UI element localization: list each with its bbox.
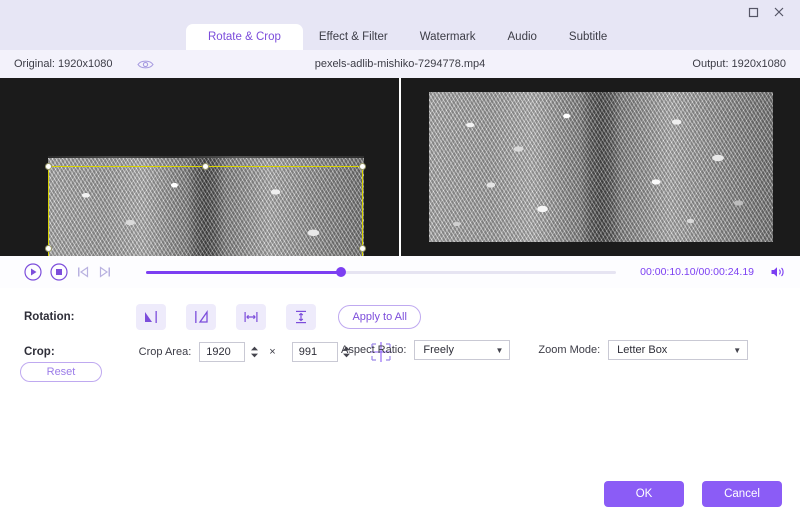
player-bar: 00:00:10.10/00:00:24.19 bbox=[0, 256, 800, 288]
tab-subtitle[interactable]: Subtitle bbox=[553, 24, 623, 50]
tab-list: Rotate & Crop Effect & Filter Watermark … bbox=[186, 24, 623, 50]
aspect-zoom-row: Aspect Ratio: Freely ▼ Zoom Mode: Letter… bbox=[341, 340, 749, 360]
previous-frame-icon[interactable] bbox=[76, 265, 90, 279]
preview-area bbox=[0, 78, 800, 256]
rotate-left-icon[interactable] bbox=[136, 304, 167, 330]
rotation-label: Rotation: bbox=[24, 311, 75, 323]
progress-thumb[interactable] bbox=[336, 267, 347, 277]
progress-slider[interactable] bbox=[146, 265, 616, 279]
output-resolution-label: Output: 1920x1080 bbox=[692, 58, 786, 70]
crop-area-label: Crop Area: bbox=[138, 346, 192, 358]
crop-width-input[interactable]: 1920 bbox=[199, 342, 246, 362]
aspect-ratio-select[interactable]: Freely ▼ bbox=[414, 340, 511, 360]
crop-handle-middle-left[interactable] bbox=[45, 245, 52, 252]
crop-handle-middle-right[interactable] bbox=[359, 245, 366, 252]
progress-track[interactable] bbox=[146, 267, 616, 277]
zoom-mode-select[interactable]: Letter Box ▼ bbox=[608, 340, 749, 360]
cancel-button[interactable]: Cancel bbox=[702, 481, 782, 507]
output-preview[interactable] bbox=[399, 78, 800, 256]
crop-label: Crop: bbox=[24, 346, 55, 358]
zoom-mode-value: Letter Box bbox=[617, 344, 668, 356]
filename-label: pexels-adlib-mishiko-7294778.mp4 bbox=[314, 58, 486, 70]
play-icon[interactable] bbox=[24, 263, 42, 281]
playback-controls bbox=[24, 263, 112, 281]
crop-handle-top-left[interactable] bbox=[45, 163, 52, 170]
crop-handle-top-right[interactable] bbox=[359, 163, 366, 170]
time-display: 00:00:10.10/00:00:24.19 bbox=[640, 266, 754, 278]
apply-to-all-button[interactable]: Apply to All bbox=[338, 305, 421, 329]
progress-fill bbox=[146, 270, 342, 274]
settings-panel: Rotation: Apply to All Crop: Crop Area: … bbox=[0, 288, 800, 473]
tab-watermark[interactable]: Watermark bbox=[404, 24, 492, 50]
crop-selection-box[interactable] bbox=[45, 163, 366, 256]
tab-rotate-crop[interactable]: Rotate & Crop bbox=[186, 24, 303, 50]
maximize-icon[interactable] bbox=[740, 1, 766, 23]
crop-row: Crop: Crop Area: 1920 × 991 bbox=[24, 340, 394, 364]
dimension-separator: × bbox=[269, 346, 276, 358]
crop-height-input[interactable]: 991 bbox=[291, 342, 338, 362]
close-icon[interactable] bbox=[766, 1, 792, 23]
next-frame-icon[interactable] bbox=[98, 265, 112, 279]
chevron-down-icon: ▼ bbox=[495, 345, 504, 355]
flip-horizontal-icon[interactable] bbox=[236, 304, 267, 330]
rotate-right-icon[interactable] bbox=[186, 304, 217, 330]
rotation-row: Rotation: Apply to All bbox=[24, 304, 421, 330]
ok-button[interactable]: OK bbox=[604, 481, 684, 507]
tab-audio[interactable]: Audio bbox=[492, 24, 553, 50]
reset-button[interactable]: Reset bbox=[20, 362, 102, 382]
rotation-buttons bbox=[136, 304, 317, 330]
footer-bar: OK Cancel bbox=[0, 473, 800, 517]
flip-vertical-icon[interactable] bbox=[286, 304, 317, 330]
tab-effect-filter[interactable]: Effect & Filter bbox=[303, 24, 404, 50]
aspect-ratio-value: Freely bbox=[423, 344, 454, 356]
source-preview[interactable] bbox=[0, 78, 399, 256]
crop-handle-top-center[interactable] bbox=[201, 163, 209, 170]
title-bar bbox=[0, 0, 800, 24]
zoom-mode-label: Zoom Mode: bbox=[538, 344, 601, 356]
volume-icon[interactable] bbox=[770, 265, 786, 279]
crop-width-stepper[interactable] bbox=[247, 342, 261, 362]
stop-icon[interactable] bbox=[50, 263, 68, 281]
chevron-down-icon: ▼ bbox=[733, 345, 742, 355]
output-video-frame bbox=[429, 92, 773, 242]
file-info-bar: Original: 1920x1080 pexels-adlib-mishiko… bbox=[0, 50, 800, 78]
aspect-ratio-label: Aspect Ratio: bbox=[341, 344, 407, 356]
